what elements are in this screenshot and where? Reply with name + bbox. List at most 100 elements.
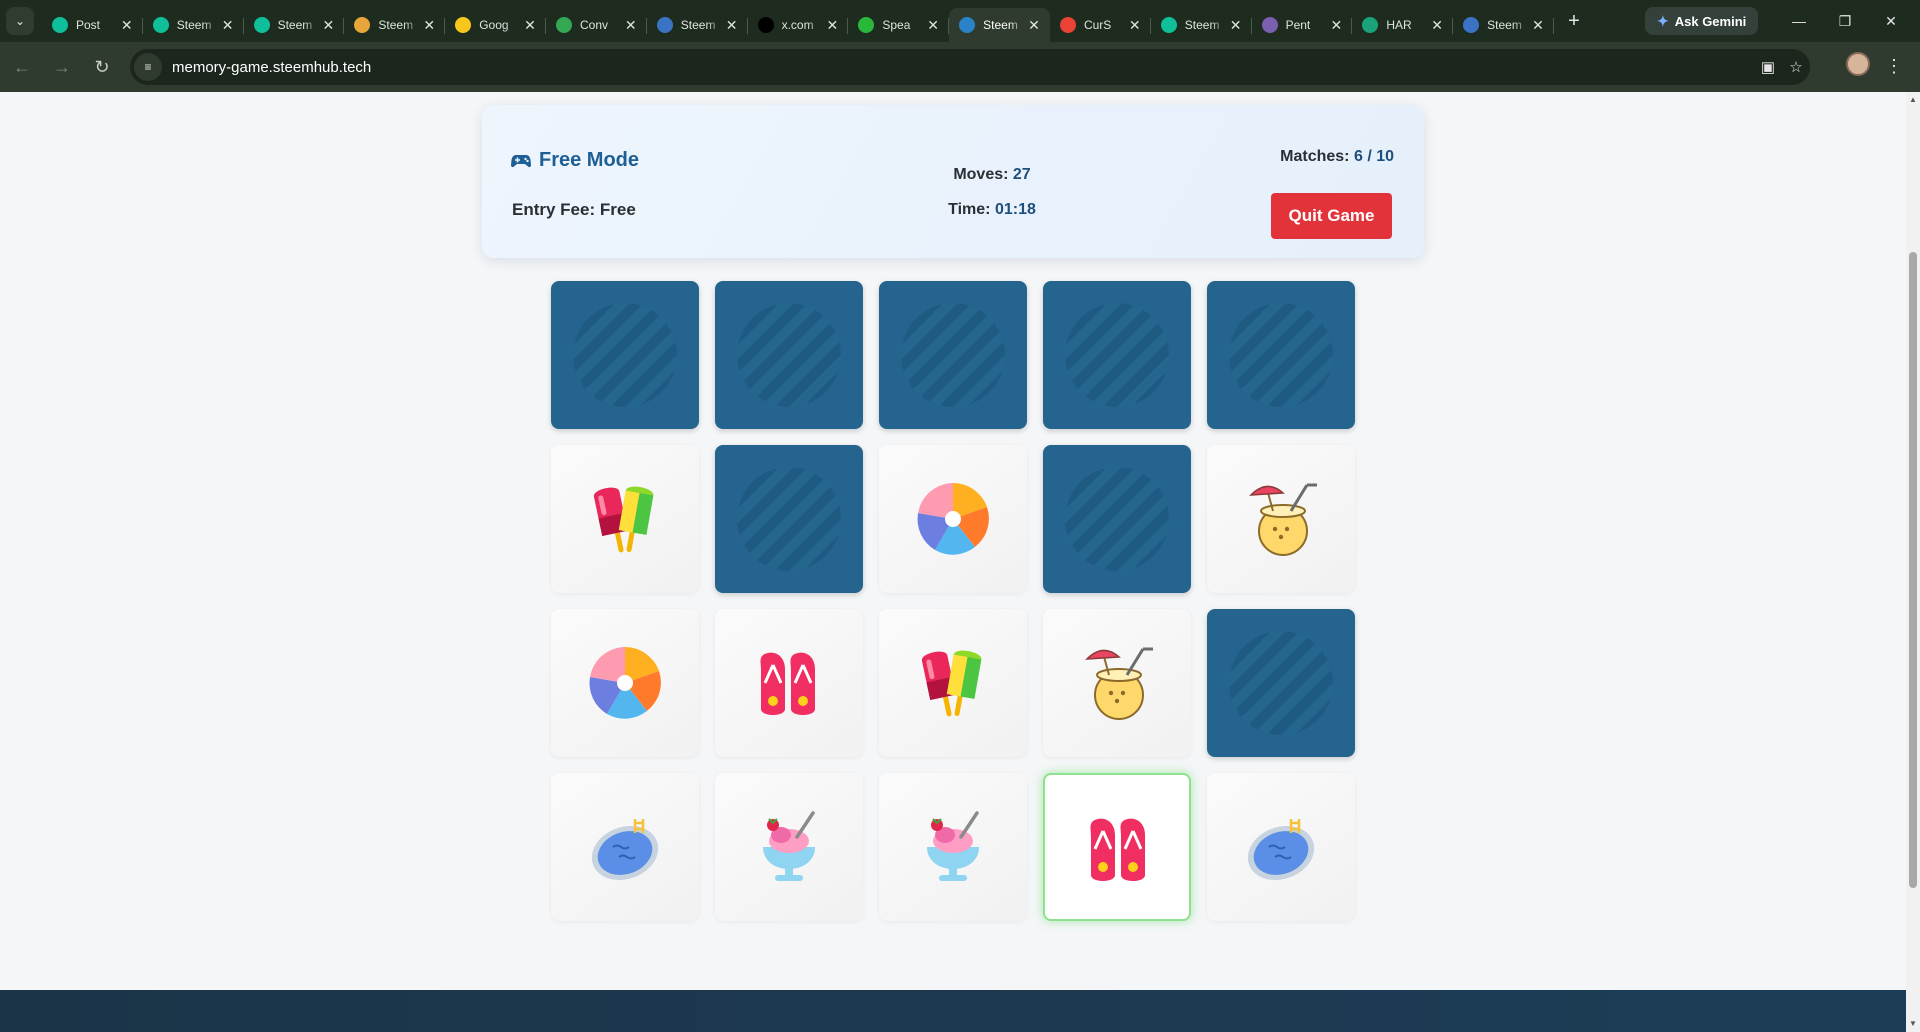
entry-fee-label: Entry Fee: xyxy=(512,200,596,219)
browser-tab[interactable]: Spea ✕ xyxy=(848,8,949,42)
card-matched[interactable] xyxy=(551,773,699,921)
globe-icon xyxy=(1463,17,1480,33)
tab-close-icon[interactable]: ✕ xyxy=(1127,17,1143,33)
restore-button[interactable]: ❐ xyxy=(1822,0,1868,42)
tab-close-icon[interactable]: ✕ xyxy=(623,17,639,33)
browser-tab[interactable]: Conv ✕ xyxy=(546,8,647,42)
tab-close-icon[interactable]: ✕ xyxy=(220,17,236,33)
moves-value: 27 xyxy=(1012,166,1031,183)
tune-icon: ≡ xyxy=(144,60,152,74)
forward-button[interactable]: → xyxy=(44,49,80,85)
card-matched[interactable] xyxy=(879,609,1027,757)
google-icon xyxy=(1059,17,1076,33)
back-button[interactable]: ← xyxy=(4,49,40,85)
card-matched[interactable] xyxy=(1207,445,1355,593)
globe-icon xyxy=(656,17,673,33)
page-scrollbar[interactable]: ▲ ▼ xyxy=(1906,92,1920,1032)
install-app-icon[interactable]: ▣ xyxy=(1758,57,1778,77)
browser-tab[interactable]: Pent ✕ xyxy=(1252,8,1353,42)
tab-close-icon[interactable]: ✕ xyxy=(1228,17,1244,33)
tab-close-icon[interactable]: ✕ xyxy=(1328,17,1344,33)
x-icon xyxy=(757,17,774,33)
reload-button[interactable]: ↻ xyxy=(84,49,120,85)
browser-menu-button[interactable]: ⋮ xyxy=(1882,52,1906,80)
address-bar[interactable]: ≡ memory-game.steemhub.tech ▣ ☆ xyxy=(130,49,1810,85)
card-hidden[interactable] xyxy=(1207,281,1355,429)
tab-close-icon[interactable]: ✕ xyxy=(824,17,840,33)
tab-title: Conv xyxy=(579,18,608,32)
browser-tab[interactable]: Steem ✕ xyxy=(647,8,748,42)
card-hidden[interactable] xyxy=(551,281,699,429)
url-text[interactable]: memory-game.steemhub.tech xyxy=(172,59,371,76)
browser-tab[interactable]: Steem ✕ xyxy=(143,8,244,42)
card-hidden[interactable] xyxy=(879,281,1027,429)
browser-tab[interactable]: CurS ✕ xyxy=(1050,8,1151,42)
card-matched[interactable] xyxy=(715,609,863,757)
minimize-button[interactable]: — xyxy=(1776,0,1822,42)
tab-close-icon[interactable]: ✕ xyxy=(1530,17,1546,33)
card-hidden[interactable] xyxy=(715,445,863,593)
browser-tab[interactable]: Post ✕ xyxy=(42,8,143,42)
page-footer xyxy=(0,990,1906,1032)
browser-tab[interactable]: Steem ✕ xyxy=(949,8,1050,42)
card-matched[interactable] xyxy=(879,445,1027,593)
browser-tab[interactable]: Goog ✕ xyxy=(445,8,546,42)
card-matched[interactable] xyxy=(1043,609,1191,757)
browser-tab[interactable]: x.com ✕ xyxy=(748,8,849,42)
tab-close-icon[interactable]: ✕ xyxy=(119,17,135,33)
coconut-drink-icon xyxy=(1085,647,1153,720)
browser-tab[interactable]: HAR ✕ xyxy=(1352,8,1453,42)
tab-close-icon[interactable]: ✕ xyxy=(925,17,941,33)
ice-cream-sundae-icon xyxy=(763,811,815,881)
coconut-drink-icon xyxy=(1249,483,1317,556)
steem-icon xyxy=(1160,17,1177,33)
new-tab-button[interactable]: + xyxy=(1560,7,1588,35)
tab-title: Spea xyxy=(882,18,911,32)
restore-icon: ❐ xyxy=(1838,12,1852,29)
browser-tab[interactable]: Steem ✕ xyxy=(1453,8,1554,42)
browser-tab[interactable]: Steem ✕ xyxy=(1151,8,1252,42)
scroll-down-icon[interactable]: ▼ xyxy=(1909,1020,1917,1028)
card-hidden[interactable] xyxy=(715,281,863,429)
tab-title: Steem xyxy=(983,18,1018,32)
scrollbar-thumb[interactable] xyxy=(1909,252,1917,888)
browser-tab[interactable]: Steem ✕ xyxy=(344,8,445,42)
card-matched[interactable] xyxy=(879,773,1027,921)
card-grid xyxy=(551,281,1355,921)
tab-close-icon[interactable]: ✕ xyxy=(1026,17,1042,33)
card-matched[interactable] xyxy=(715,773,863,921)
tab-title: Steem xyxy=(1487,18,1522,32)
tab-close-icon[interactable]: ✕ xyxy=(1429,17,1445,33)
ask-gemini-label: Ask Gemini xyxy=(1674,13,1747,29)
tab-close-icon[interactable]: ✕ xyxy=(421,17,437,33)
tab-title: Steem xyxy=(378,18,414,32)
quit-game-button[interactable]: Quit Game xyxy=(1271,193,1392,239)
steem-icon xyxy=(52,17,68,33)
card-hidden[interactable] xyxy=(1207,609,1355,757)
arrow-left-icon: ← xyxy=(13,56,31,77)
card-matched[interactable] xyxy=(551,445,699,593)
card-hidden[interactable] xyxy=(1043,445,1191,593)
tab-search-button[interactable]: ⌄ xyxy=(6,7,34,35)
flip-flops-icon xyxy=(1090,818,1145,881)
entry-fee: Entry Fee: Free xyxy=(512,200,636,220)
card-matched[interactable] xyxy=(551,609,699,757)
tab-close-icon[interactable]: ✕ xyxy=(320,17,336,33)
scroll-up-icon[interactable]: ▲ xyxy=(1909,96,1917,104)
card-back-pattern xyxy=(1229,631,1333,735)
tab-close-icon[interactable]: ✕ xyxy=(724,17,740,33)
card-hidden[interactable] xyxy=(1043,281,1191,429)
ask-gemini-button[interactable]: ✦ Ask Gemini xyxy=(1645,7,1759,35)
site-info-button[interactable]: ≡ xyxy=(134,53,162,81)
tab-title: CurS xyxy=(1083,18,1112,32)
tab-close-icon[interactable]: ✕ xyxy=(522,17,538,33)
card-matched[interactable] xyxy=(1207,773,1355,921)
profile-avatar[interactable] xyxy=(1846,52,1870,76)
bookmark-star-icon[interactable]: ☆ xyxy=(1786,57,1806,77)
browser-tab[interactable]: Steem ✕ xyxy=(244,8,345,42)
card-back-pattern xyxy=(737,303,841,407)
close-window-button[interactable]: ✕ xyxy=(1868,0,1914,42)
card-selected[interactable] xyxy=(1043,773,1191,921)
entry-fee-value: Free xyxy=(599,200,636,219)
bulb-icon xyxy=(455,17,472,33)
